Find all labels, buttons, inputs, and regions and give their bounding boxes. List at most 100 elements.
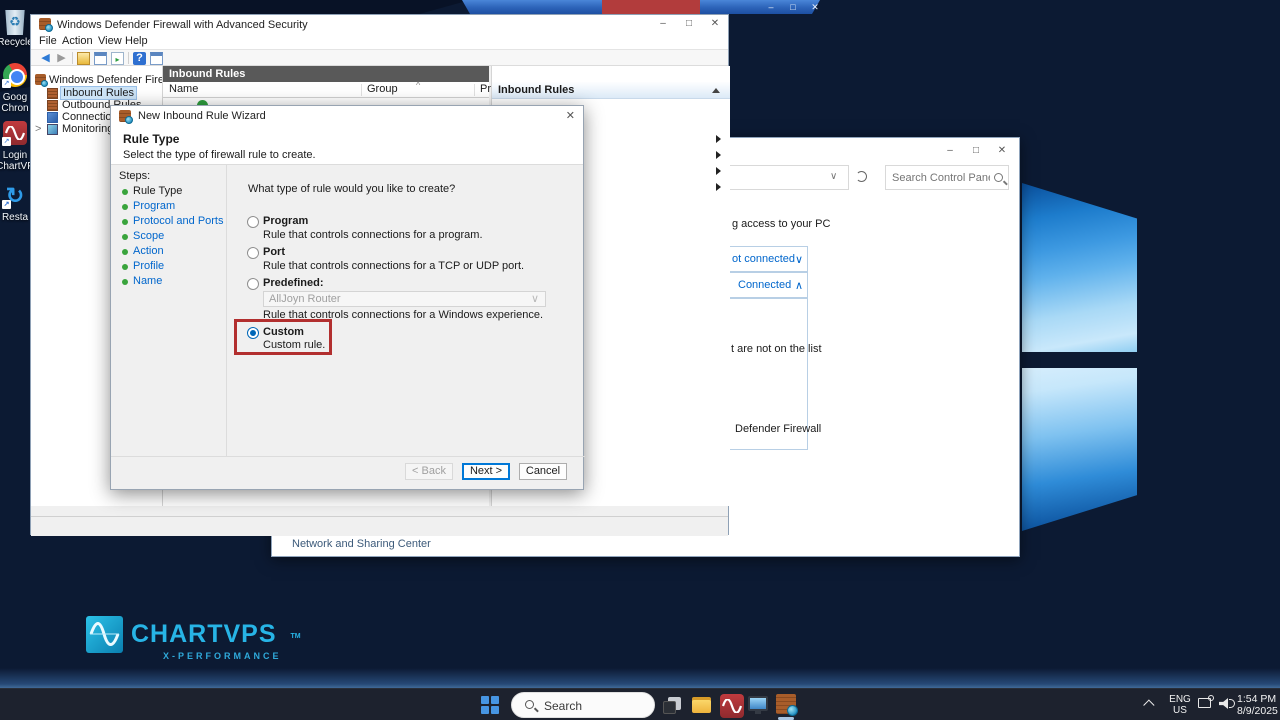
firewall-root-icon [35,74,48,87]
tray-chevron-up-icon[interactable] [1143,699,1155,711]
step-name[interactable]: Name [133,275,162,287]
monitoring-icon [47,124,58,135]
help-icon[interactable]: ? [133,52,146,65]
tree-root[interactable]: Windows Defender Firewall wit [49,74,162,86]
submenu-arrow-icon[interactable] [716,167,721,175]
rdp-minimize-button[interactable]: – [762,0,780,14]
taskbar-search[interactable]: Search [511,692,655,718]
chevron-up-icon[interactable]: ∧ [795,279,803,292]
menu-view[interactable]: View [98,35,122,47]
network-item-connected[interactable]: Connected ∧ [721,272,808,298]
menu-file[interactable]: File [39,35,57,47]
radio-predefined[interactable] [247,278,259,290]
chevron-down-icon: ∨ [530,293,539,305]
next-button[interactable]: Next > [462,463,510,480]
maximize-button[interactable]: □ [963,143,989,159]
close-button[interactable]: ✕ [989,143,1015,159]
wallpaper-window-pane-top [1022,183,1137,352]
wizard-question: What type of rule would you like to crea… [248,183,456,195]
shortcut-arrow-icon: ↗ [2,200,11,209]
tree-item-inbound-rules[interactable]: Inbound Rules [60,86,137,100]
restart-icon[interactable]: ↻ ↗ [2,184,27,209]
firewall-taskbar-icon[interactable] [776,694,798,716]
new-inbound-rule-wizard: New Inbound Rule Wizard ✕ Rule Type Sele… [110,105,585,490]
network-tray-icon[interactable] [1198,695,1214,708]
text-fragment-defender-firewall: Defender Firewall [735,423,822,435]
task-view-icon-front[interactable] [663,701,676,714]
clock[interactable]: 1:54 PM 8/9/2025 [1237,693,1278,717]
language-indicator[interactable]: ENG US [1168,694,1192,716]
tray-date: 8/9/2025 [1237,705,1278,717]
wizard-titlebar[interactable]: New Inbound Rule Wizard ✕ [111,106,583,126]
rdp-restore-button[interactable]: □ [784,0,802,14]
network-sharing-center-link[interactable]: Network and Sharing Center [292,538,431,550]
start-button[interactable] [481,696,499,714]
column-name[interactable]: Name [169,83,198,95]
rdp-computer-name-redacted [602,0,700,14]
language-line2: US [1173,705,1187,716]
chartvps-logo-mark [86,616,123,653]
firewall-titlebar[interactable]: Windows Defender Firewall with Advanced … [31,15,728,34]
submenu-arrow-icon[interactable] [716,183,721,191]
rdp-close-button[interactable]: ✕ [806,0,824,14]
minimize-button[interactable]: – [937,143,963,159]
export-doc-icon[interactable] [77,52,90,65]
chartvps-app-icon[interactable] [720,694,744,718]
radio-port[interactable] [247,247,259,259]
firewall-app-icon [39,18,53,32]
toolbar: ◀ ▶ ▸ ? [31,49,728,66]
step-rule-type[interactable]: Rule Type [133,185,182,197]
back-button[interactable]: < Back [405,463,453,480]
address-chevron-down-icon[interactable]: ∨ [830,171,837,182]
desktop-icon-column: ♻ Recycle ↗ Goog Chron ↗ Login ChartVP ↻… [0,0,34,260]
actions-group-label: Inbound Rules [498,84,575,96]
steps-label: Steps: [119,170,151,182]
minimize-button[interactable]: – [650,16,676,32]
search-icon [994,173,1003,182]
text-fragment-not-on-list: t are not on the list [731,343,822,355]
status-bar [31,516,728,536]
window-title: Windows Defender Firewall with Advanced … [57,19,308,31]
cancel-button[interactable]: Cancel [519,463,567,480]
refresh-icon[interactable] [856,171,867,182]
submenu-arrow-icon[interactable] [716,135,721,143]
back-nav-icon[interactable]: ◀ [39,52,52,65]
network-item-not-connected[interactable]: ot connected ∨ [721,246,808,272]
radio-program-label[interactable]: Program [263,215,308,227]
window-pane-icon[interactable] [150,52,163,65]
login-chartvps-icon[interactable]: ↗ [2,121,27,146]
chartvps-logo-text: CHARTVPS TM [131,620,301,649]
step-action[interactable]: Action [133,245,164,257]
chevron-down-icon[interactable]: ∨ [795,253,803,266]
radio-predefined-label[interactable]: Predefined: [263,277,324,289]
column-group[interactable]: Group [367,83,398,95]
outbound-rules-icon [47,100,58,111]
menu-action[interactable]: Action [62,35,93,47]
display-settings-icon[interactable] [748,696,768,714]
submenu-arrow-icon[interactable] [716,151,721,159]
expand-arrow-icon[interactable]: > [35,123,41,135]
wizard-heading: Rule Type [123,132,180,146]
maximize-button[interactable]: □ [676,16,702,32]
forward-nav-icon[interactable]: ▶ [55,52,68,65]
file-explorer-icon-front[interactable] [692,700,711,713]
recycle-bin-icon[interactable]: ♻ [5,10,25,35]
wizard-title: New Inbound Rule Wizard [138,110,266,122]
step-profile[interactable]: Profile [133,260,164,272]
desktop: ♻ Recycle ↗ Goog Chron ↗ Login ChartVP ↻… [0,0,1280,720]
control-panel-search-input[interactable] [885,165,1009,190]
google-chrome-icon[interactable]: ↗ [2,63,27,88]
step-scope[interactable]: Scope [133,230,164,242]
radio-program[interactable] [247,216,259,228]
actions-group-header[interactable]: Inbound Rules [492,82,730,99]
close-icon[interactable]: ✕ [566,109,575,122]
close-button[interactable]: ✕ [702,16,728,32]
step-protocol-ports[interactable]: Protocol and Ports [133,215,224,227]
radio-port-label[interactable]: Port [263,246,285,258]
step-program[interactable]: Program [133,200,175,212]
window-icon[interactable] [94,52,107,65]
export-list-icon[interactable]: ▸ [111,52,124,65]
menu-help[interactable]: Help [125,35,148,47]
tree-item-monitoring[interactable]: Monitoring [62,123,113,135]
collapse-arrow-icon[interactable] [712,88,720,93]
